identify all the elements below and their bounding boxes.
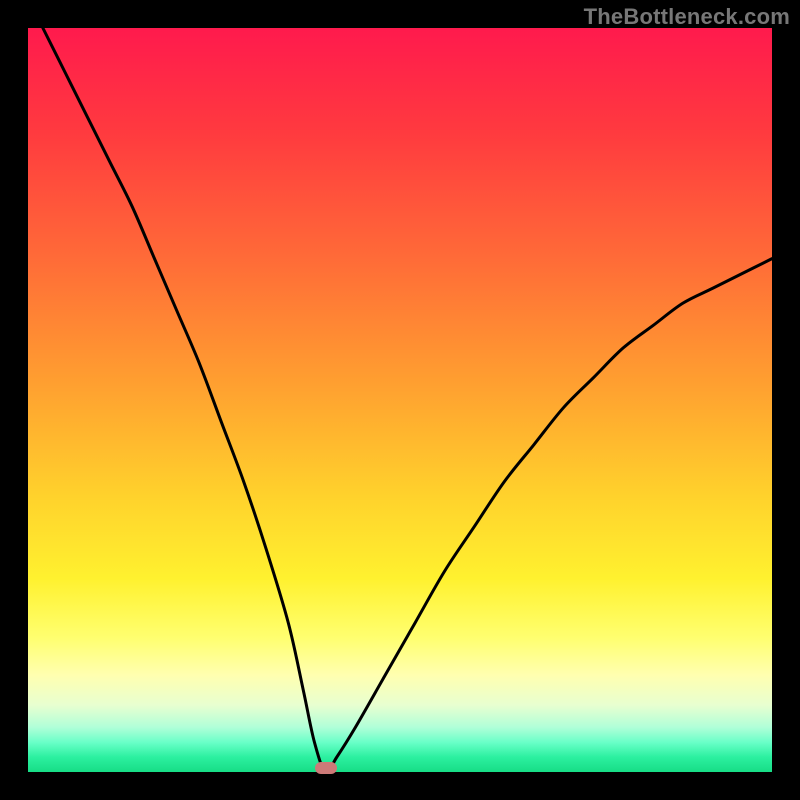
plot-area [28, 28, 772, 772]
watermark-text: TheBottleneck.com [584, 4, 790, 30]
curve-path [43, 28, 772, 772]
minimum-marker [315, 762, 337, 774]
bottleneck-curve [28, 28, 772, 772]
chart-frame: TheBottleneck.com [0, 0, 800, 800]
